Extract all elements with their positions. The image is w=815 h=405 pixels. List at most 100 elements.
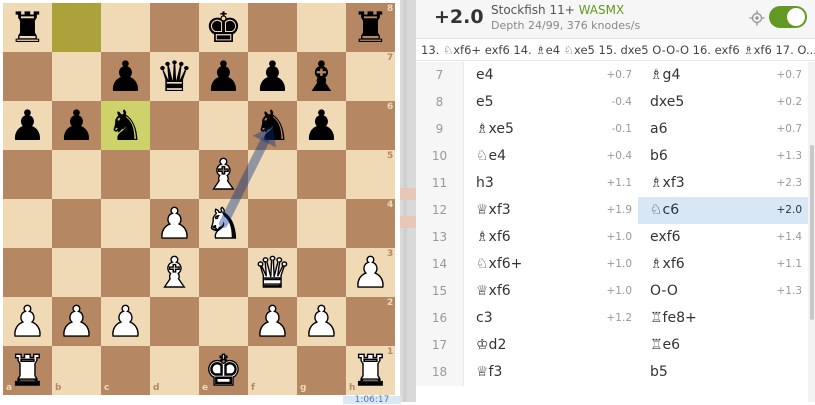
square-g3[interactable]: [297, 248, 346, 297]
white-bishop[interactable]: ♝: [199, 149, 248, 199]
black-pawn[interactable]: ♟: [3, 101, 52, 150]
scrollbar-thumb[interactable]: [810, 145, 814, 320]
square-c8[interactable]: [101, 3, 150, 52]
white-rook[interactable]: ♜: [346, 345, 395, 395]
black-move[interactable]: ♖fe8+: [638, 305, 808, 332]
black-move[interactable]: ♖e6: [638, 332, 808, 359]
divider-bar: [403, 0, 407, 402]
white-pawn[interactable]: ♟: [52, 296, 101, 346]
black-pawn[interactable]: ♟: [297, 101, 346, 150]
target-icon[interactable]: [749, 10, 765, 26]
square-f5[interactable]: [248, 150, 297, 199]
square-b5[interactable]: [52, 150, 101, 199]
move-eval: +0.7: [776, 69, 803, 81]
white-move[interactable]: e4 +0.7: [464, 62, 638, 89]
square-b8[interactable]: [52, 3, 101, 52]
white-king[interactable]: ♚: [199, 345, 248, 395]
move-row: 13 ♗xf6 +1.0 exf6 +1.4: [416, 224, 815, 251]
white-pawn[interactable]: ♟: [248, 296, 297, 346]
square-d2[interactable]: [150, 297, 199, 346]
resize-divider[interactable]: [400, 0, 416, 402]
chess-board[interactable]: 8 7 6 5 4 3 2 1 a b c d e f g h ♜ ♚ ♜ ♟ ♛ ♟ ♟ ♝ ♟ ♟ ♞ ♞ ♟ ♝ ♟ ♞ ♝ ♛ ♟ ♟ ♟ ♟ ♟ ♟…: [3, 3, 395, 396]
white-move[interactable]: h3 +1.1: [464, 170, 638, 197]
black-rook[interactable]: ♜: [3, 3, 52, 52]
square-c3[interactable]: [101, 248, 150, 297]
black-pawn[interactable]: ♟: [52, 101, 101, 150]
white-queen[interactable]: ♛: [248, 247, 297, 297]
black-move[interactable]: ♘c6 +2.0: [638, 197, 808, 224]
square-b4[interactable]: [52, 199, 101, 248]
principal-variation[interactable]: 13. ♘xf6+ exf6 14. ♗e4 ♘xe5 15. dxe5 O-O…: [416, 39, 815, 61]
black-rook[interactable]: ♜: [346, 3, 395, 52]
move-san: e4: [476, 67, 494, 83]
black-knight[interactable]: ♞: [101, 101, 150, 150]
white-move[interactable]: ♗xf6 +1.0: [464, 224, 638, 251]
move-row: 15 ♕xf6 +1.0 O-O +1.3: [416, 278, 815, 305]
black-queen[interactable]: ♛: [150, 52, 199, 101]
white-pawn[interactable]: ♟: [346, 247, 395, 297]
square-e3[interactable]: [199, 248, 248, 297]
black-move[interactable]: dxe5 +0.2: [638, 89, 808, 116]
black-move[interactable]: a6 +0.7: [638, 116, 808, 143]
move-number: 18: [416, 359, 464, 386]
white-rook[interactable]: ♜: [3, 345, 52, 395]
rank-label: 4: [387, 200, 394, 210]
white-move[interactable]: ♔d2: [464, 332, 638, 359]
black-move[interactable]: exf6 +1.4: [638, 224, 808, 251]
file-label: c: [104, 383, 110, 393]
white-move[interactable]: ♕f3: [464, 359, 638, 386]
white-pawn[interactable]: ♟: [150, 198, 199, 248]
black-knight[interactable]: ♞: [248, 101, 297, 150]
move-list: 7 e4 +0.7 ♗g4 +0.7 8 e5 -0.4 dxe5 +0.2 9 ♗xe5 -0.1 a6…: [416, 62, 815, 402]
white-move[interactable]: e5 -0.4: [464, 89, 638, 116]
white-pawn[interactable]: ♟: [297, 296, 346, 346]
square-a7[interactable]: [3, 52, 52, 101]
divider-marker: [400, 216, 416, 228]
square-g5[interactable]: [297, 150, 346, 199]
move-row: 18 ♕f3 b5: [416, 359, 815, 386]
black-move[interactable]: O-O +1.3: [638, 278, 808, 305]
white-move[interactable]: ♕xf3 +1.9: [464, 197, 638, 224]
black-pawn[interactable]: ♟: [199, 52, 248, 101]
white-move[interactable]: ♘e4 +0.4: [464, 143, 638, 170]
white-pawn[interactable]: ♟: [101, 296, 150, 346]
square-c4[interactable]: [101, 199, 150, 248]
black-move[interactable]: ♗xf6 +1.1: [638, 251, 808, 278]
white-bishop[interactable]: ♝: [150, 247, 199, 297]
square-c5[interactable]: [101, 150, 150, 199]
black-king[interactable]: ♚: [199, 3, 248, 52]
square-g4[interactable]: [297, 199, 346, 248]
square-d8[interactable]: [150, 3, 199, 52]
square-a4[interactable]: [3, 199, 52, 248]
white-knight[interactable]: ♞: [199, 198, 248, 248]
black-bishop[interactable]: ♝: [297, 52, 346, 101]
white-pawn[interactable]: ♟: [3, 296, 52, 346]
square-b7[interactable]: [52, 52, 101, 101]
white-move[interactable]: ♕xf6 +1.0: [464, 278, 638, 305]
square-d6[interactable]: [150, 101, 199, 150]
black-move[interactable]: ♗xf3 +2.3: [638, 170, 808, 197]
black-move[interactable]: b5: [638, 359, 808, 386]
white-move[interactable]: c3 +1.2: [464, 305, 638, 332]
engine-toggle[interactable]: [769, 6, 807, 28]
black-move[interactable]: b6 +1.3: [638, 143, 808, 170]
square-e6[interactable]: [199, 101, 248, 150]
white-move[interactable]: ♗xe5 -0.1: [464, 116, 638, 143]
black-move[interactable]: ♗g4 +0.7: [638, 62, 808, 89]
square-e2[interactable]: [199, 297, 248, 346]
square-g8[interactable]: [297, 3, 346, 52]
square-f8[interactable]: [248, 3, 297, 52]
move-number: 7: [416, 62, 464, 89]
square-f1[interactable]: [248, 346, 297, 395]
square-a3[interactable]: [3, 248, 52, 297]
square-b3[interactable]: [52, 248, 101, 297]
engine-name-text: Stockfish 11+: [491, 3, 575, 17]
engine-name: Stockfish 11+ WASMX: [491, 3, 624, 17]
square-d5[interactable]: [150, 150, 199, 199]
black-pawn[interactable]: ♟: [101, 52, 150, 101]
square-f4[interactable]: [248, 199, 297, 248]
black-pawn[interactable]: ♟: [248, 52, 297, 101]
white-move[interactable]: ♘xf6+ +1.0: [464, 251, 638, 278]
square-a5[interactable]: [3, 150, 52, 199]
rank-label: 5: [387, 151, 394, 161]
